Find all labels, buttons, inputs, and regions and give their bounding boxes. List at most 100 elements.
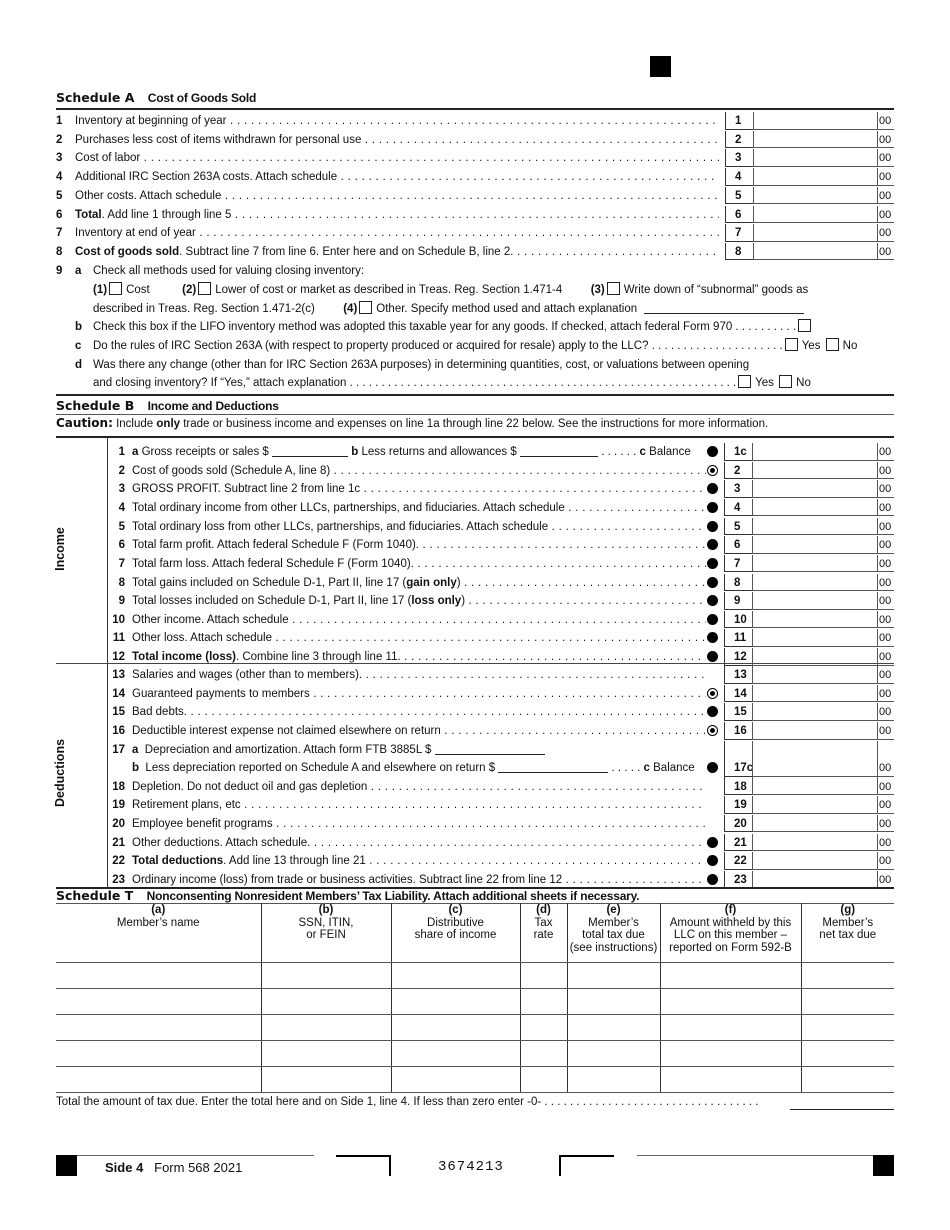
table-cell[interactable] [566, 1014, 660, 1041]
amount-field[interactable] [753, 242, 877, 261]
amount-field[interactable] [752, 480, 877, 498]
inventory-change-yes-checkbox[interactable] [738, 375, 752, 388]
amount-field[interactable] [753, 205, 877, 224]
table-cell[interactable] [260, 988, 391, 1015]
amount-field[interactable] [752, 796, 877, 814]
caution-label: Caution: [56, 416, 113, 430]
amount-field[interactable] [752, 814, 877, 833]
inventory-change-no-checkbox[interactable] [779, 375, 793, 388]
other-method-checkbox[interactable] [359, 301, 373, 314]
total-tax-due-field[interactable] [790, 1097, 894, 1110]
table-cell[interactable] [800, 1014, 894, 1041]
amount-field[interactable] [752, 684, 877, 703]
table-cell[interactable] [519, 988, 567, 1015]
schedule-a-line: 5 Other costs. Attach schedule 5 00 [56, 186, 894, 206]
table-cell[interactable] [566, 1066, 660, 1093]
gross-receipts-input[interactable] [272, 444, 348, 457]
amount-field[interactable] [752, 461, 877, 480]
amount-field[interactable] [752, 517, 877, 536]
returns-allowances-input[interactable] [519, 444, 598, 457]
table-cell[interactable] [519, 1014, 567, 1041]
line-number: 14 [112, 687, 125, 700]
schedule-b-line: 5 Total ordinary loss from other LLCs, pa… [107, 517, 894, 537]
amount-field[interactable] [752, 610, 877, 629]
lifo-checkbox[interactable] [798, 319, 812, 332]
table-cell[interactable] [659, 1040, 801, 1067]
amount-field[interactable] [753, 130, 877, 149]
amount-field[interactable] [752, 648, 877, 666]
amount-field[interactable] [752, 721, 877, 740]
table-cell[interactable] [800, 1040, 894, 1067]
amount-field[interactable] [752, 870, 877, 889]
263a-yes-checkbox[interactable] [784, 338, 798, 351]
amount-field[interactable] [753, 186, 877, 205]
table-cell[interactable] [659, 1066, 801, 1093]
cents-field: 00 [877, 684, 894, 703]
column-letter: (e) [606, 904, 621, 916]
amount-field[interactable] [752, 554, 877, 573]
table-cell[interactable] [519, 1066, 567, 1093]
amount-field[interactable] [752, 443, 877, 461]
table-cell[interactable] [566, 962, 660, 989]
table-cell[interactable] [659, 1014, 801, 1041]
table-cell[interactable] [56, 962, 261, 989]
table-cell[interactable] [56, 988, 261, 1015]
other-method-input[interactable] [644, 301, 805, 314]
amount-field[interactable] [752, 573, 877, 592]
cents-field: 00 [877, 777, 894, 796]
amount-field[interactable] [752, 629, 877, 648]
form-label: Form 568 2021 [154, 1160, 243, 1175]
table-cell[interactable] [56, 1066, 261, 1093]
amount-field[interactable] [753, 224, 877, 242]
table-cell[interactable] [800, 1066, 894, 1093]
cost-checkbox[interactable] [109, 282, 123, 295]
line-number: 2 [118, 464, 125, 477]
table-cell[interactable] [659, 988, 801, 1015]
amount-field[interactable] [752, 536, 877, 554]
amount-field[interactable] [752, 592, 877, 610]
subnormal-goods-checkbox[interactable] [606, 282, 620, 295]
amount-field[interactable] [752, 833, 877, 852]
table-cell[interactable] [390, 988, 520, 1015]
table-cell[interactable] [566, 988, 660, 1015]
amount-field[interactable] [752, 666, 877, 684]
line-description: Total losses included on Schedule D-1, P… [132, 592, 706, 611]
amount-field[interactable] [753, 168, 877, 186]
table-cell[interactable] [260, 1066, 391, 1093]
table-cell[interactable] [390, 1040, 520, 1067]
table-cell[interactable] [566, 1040, 660, 1067]
line-letter: a [132, 446, 139, 458]
amount-field[interactable] [752, 498, 877, 517]
income-section-label: Income [53, 527, 67, 571]
depreciation-input[interactable] [434, 742, 545, 755]
column-header: (d) Tax rate [519, 903, 567, 963]
table-cell[interactable] [260, 1014, 391, 1041]
table-cell[interactable] [800, 962, 894, 989]
cents-field: 00 [877, 666, 894, 684]
table-cell[interactable] [659, 962, 801, 989]
lower-of-cost-checkbox[interactable] [198, 282, 212, 295]
less-depreciation-input[interactable] [498, 760, 609, 773]
table-cell[interactable] [56, 1040, 261, 1067]
amount-field[interactable] [753, 112, 877, 130]
amount-field[interactable] [752, 759, 877, 777]
table-cell[interactable] [260, 1040, 391, 1067]
table-cell[interactable] [390, 1066, 520, 1093]
amount-field[interactable] [752, 852, 877, 870]
table-cell[interactable] [260, 962, 391, 989]
263a-no-checkbox[interactable] [825, 338, 839, 351]
table-cell[interactable] [56, 1014, 261, 1041]
table-cell[interactable] [390, 962, 520, 989]
schedule-b-line: 11 Other loss. Attach schedule 11 00 [107, 629, 894, 648]
cents-field: 00 [877, 648, 894, 666]
line-description: Cost of goods sold. Subtract line 7 from… [75, 243, 719, 262]
table-cell[interactable] [519, 1040, 567, 1067]
line-box-label: 8 [725, 242, 753, 261]
amount-field[interactable] [752, 777, 877, 796]
line-emphasis: Total [75, 208, 102, 221]
table-cell[interactable] [800, 988, 894, 1015]
table-cell[interactable] [519, 962, 567, 989]
table-cell[interactable] [390, 1014, 520, 1041]
amount-field[interactable] [753, 149, 877, 167]
amount-field[interactable] [752, 703, 877, 721]
